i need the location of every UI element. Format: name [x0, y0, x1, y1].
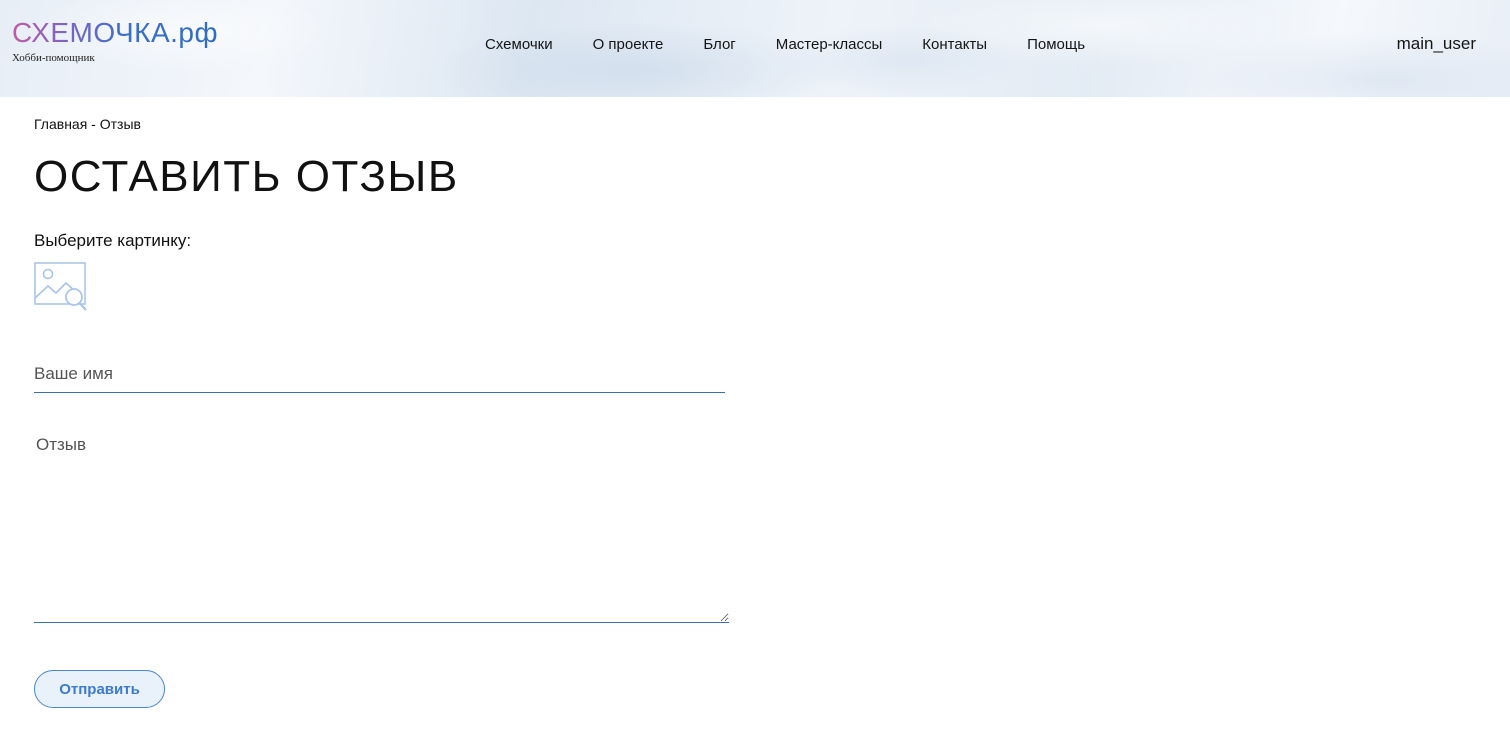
nav-item-help[interactable]: Помощь — [1027, 36, 1085, 53]
nav-item-contacts[interactable]: Контакты — [922, 36, 987, 53]
breadcrumb-current: Отзыв — [99, 116, 141, 132]
breadcrumb-home[interactable]: Главная — [34, 116, 87, 132]
site-header: СХЕМОЧКА.рф Хобби-помощник Схемочки О пр… — [0, 0, 1510, 97]
nav-item-masterclasses[interactable]: Мастер-классы — [776, 36, 883, 53]
nav-item-about[interactable]: О проекте — [593, 36, 664, 53]
nav-item-schemes[interactable]: Схемочки — [485, 36, 553, 53]
image-picker-label: Выберите картинку: — [34, 231, 192, 251]
site-logo[interactable]: СХЕМОЧКА.рф Хобби-помощник — [12, 16, 218, 64]
logo-title: СХЕМОЧКА.рф — [12, 17, 219, 48]
nav-item-blog[interactable]: Блог — [703, 36, 735, 53]
name-input[interactable] — [34, 360, 725, 394]
logo-subtitle: Хобби-помощник — [12, 52, 95, 64]
image-search-icon[interactable] — [34, 262, 88, 312]
review-textarea[interactable] — [34, 431, 729, 624]
breadcrumb: Главная - Отзыв — [34, 116, 1474, 132]
submit-button[interactable]: Отправить — [34, 670, 165, 709]
breadcrumb-separator: - — [87, 116, 100, 132]
main-content: Главная - Отзыв ОСТАВИТЬ ОТЗЫВ Выберите … — [34, 97, 1474, 709]
main-nav: Схемочки О проекте Блог Мастер-классы Ко… — [485, 36, 1125, 53]
page-title: ОСТАВИТЬ ОТЗЫВ — [34, 152, 459, 201]
user-menu[interactable]: main_user — [1397, 34, 1476, 54]
